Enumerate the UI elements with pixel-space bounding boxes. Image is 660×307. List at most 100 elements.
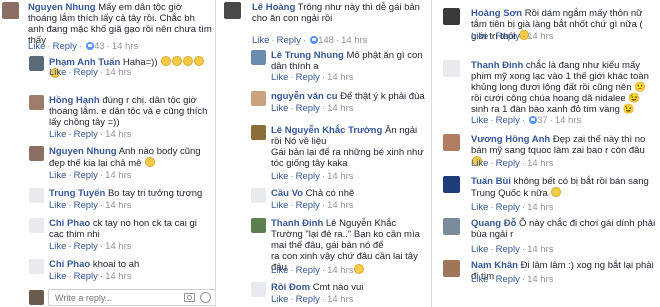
avatar[interactable] [29,218,44,233]
reply-button[interactable]: Reply [296,171,320,182]
reply-button[interactable]: Reply [74,241,98,252]
reply-button[interactable]: Reply [74,67,98,78]
reply-button[interactable]: Reply [496,202,520,213]
like-button[interactable]: Like [471,115,488,126]
commenter-name[interactable]: Vương Hồng Anh [471,134,550,145]
reply-box[interactable] [48,289,215,306]
like-button[interactable]: Like [471,244,488,255]
reply-button[interactable]: Reply [496,274,520,285]
avatar[interactable] [251,125,266,140]
timestamp[interactable]: 14 hrs [327,171,353,182]
commenter-name[interactable]: Nguyen Nhung [49,146,117,157]
avatar[interactable] [251,282,266,297]
reply-input[interactable] [53,292,177,304]
avatar[interactable] [2,2,19,19]
like-button[interactable]: Like [471,202,488,213]
avatar[interactable] [29,188,44,203]
timestamp[interactable]: 14 hrs [327,294,353,305]
reply-button[interactable]: Reply [496,158,520,169]
like-button[interactable]: Like [252,35,269,46]
reply-button[interactable]: Reply [296,294,320,305]
reply-button[interactable]: Reply [74,271,98,282]
commenter-name[interactable]: Hoàng Sơn [471,8,522,19]
timestamp[interactable]: 14 hrs [527,158,553,169]
commenter-name[interactable]: Tuấn Bùi [471,176,511,187]
commenter-name[interactable]: Nguyen Nhung [28,2,96,13]
timestamp[interactable]: 14 hrs [105,129,131,140]
reply-button[interactable]: Reply [296,103,320,114]
reply-button[interactable]: Reply [74,129,98,140]
timestamp[interactable]: 14 hrs [327,200,353,211]
timestamp[interactable]: 14 hrs [327,265,353,276]
timestamp[interactable]: 14 hrs [112,41,138,52]
avatar[interactable] [443,134,460,151]
commenter-name[interactable]: Rồi Đom [271,282,310,293]
emoji-picker-icon[interactable] [200,292,211,303]
commenter-name[interactable]: Thanh Đinh [471,60,523,71]
reply-button[interactable]: Reply [74,170,98,181]
reply-button[interactable]: Reply [277,35,301,46]
avatar[interactable] [29,146,44,161]
commenter-name[interactable]: Lê Nguyễn Khắc Trường [271,125,382,136]
reply-button[interactable]: Reply [296,265,320,276]
like-button[interactable]: Like [471,31,488,42]
timestamp[interactable]: 14 hrs [105,170,131,181]
like-button[interactable]: Like [49,170,66,181]
reply-button[interactable]: Reply [296,200,320,211]
commenter-name[interactable]: Thanh Đinh [271,218,323,229]
like-button[interactable]: Like [49,271,66,282]
timestamp[interactable]: 14 hrs [527,274,553,285]
avatar[interactable] [251,188,266,203]
commenter-name[interactable]: nguyễn văn cu [271,91,338,102]
avatar[interactable] [443,60,460,77]
timestamp[interactable]: 14 hrs [327,72,353,83]
avatar[interactable] [251,91,266,106]
avatar[interactable] [29,259,44,274]
timestamp[interactable]: 14 hrs [105,67,131,78]
reply-button[interactable]: Reply [496,115,520,126]
avatar[interactable] [251,50,266,65]
like-button[interactable]: Like [28,41,45,52]
commenter-name[interactable]: Chi Phao [49,218,90,229]
like-button[interactable]: Like [271,200,288,211]
reply-button[interactable]: Reply [53,41,77,52]
avatar[interactable] [443,176,460,193]
reply-button[interactable]: Reply [296,72,320,83]
avatar[interactable] [443,8,460,25]
commenter-name[interactable]: Quang Đỗ [471,218,516,229]
avatar[interactable] [443,260,460,277]
commenter-name[interactable]: Nam Khân [471,260,518,271]
like-button[interactable]: Like [49,129,66,140]
like-button[interactable]: Like [49,200,66,211]
avatar[interactable] [29,56,44,71]
timestamp[interactable]: 14 hrs [555,115,581,126]
like-button[interactable]: Like [471,158,488,169]
avatar[interactable] [251,218,266,233]
commenter-name[interactable]: Lê Trung Nhung [271,50,344,61]
like-button[interactable]: Like [271,294,288,305]
timestamp[interactable]: 14 hrs [341,35,367,46]
timestamp[interactable]: 14 hrs [327,103,353,114]
commenter-name[interactable]: Lê Hoàng [252,2,295,13]
timestamp[interactable]: 14 hrs [105,241,131,252]
avatar[interactable] [443,218,460,235]
commenter-name[interactable]: Chi Phao [49,259,90,270]
timestamp[interactable]: 14 hrs [527,244,553,255]
like-button[interactable]: Like [271,103,288,114]
avatar[interactable] [224,2,241,19]
avatar[interactable] [29,95,44,110]
reply-button[interactable]: Reply [496,31,520,42]
commenter-name[interactable]: Cầu Vo [271,188,303,199]
like-button[interactable]: Like [271,265,288,276]
timestamp[interactable]: 14 hrs [527,202,553,213]
reply-button[interactable]: Reply [74,200,98,211]
timestamp[interactable]: 14 hrs [105,200,131,211]
like-button[interactable]: Like [49,67,66,78]
camera-icon[interactable] [184,293,195,302]
reply-button[interactable]: Reply [496,244,520,255]
commenter-name[interactable]: Hồng Hạnh [49,95,100,106]
timestamp[interactable]: 14 hrs [527,31,553,42]
like-button[interactable]: Like [271,171,288,182]
like-button[interactable]: Like [49,241,66,252]
commenter-name[interactable]: Trung Tuyến [49,188,105,199]
